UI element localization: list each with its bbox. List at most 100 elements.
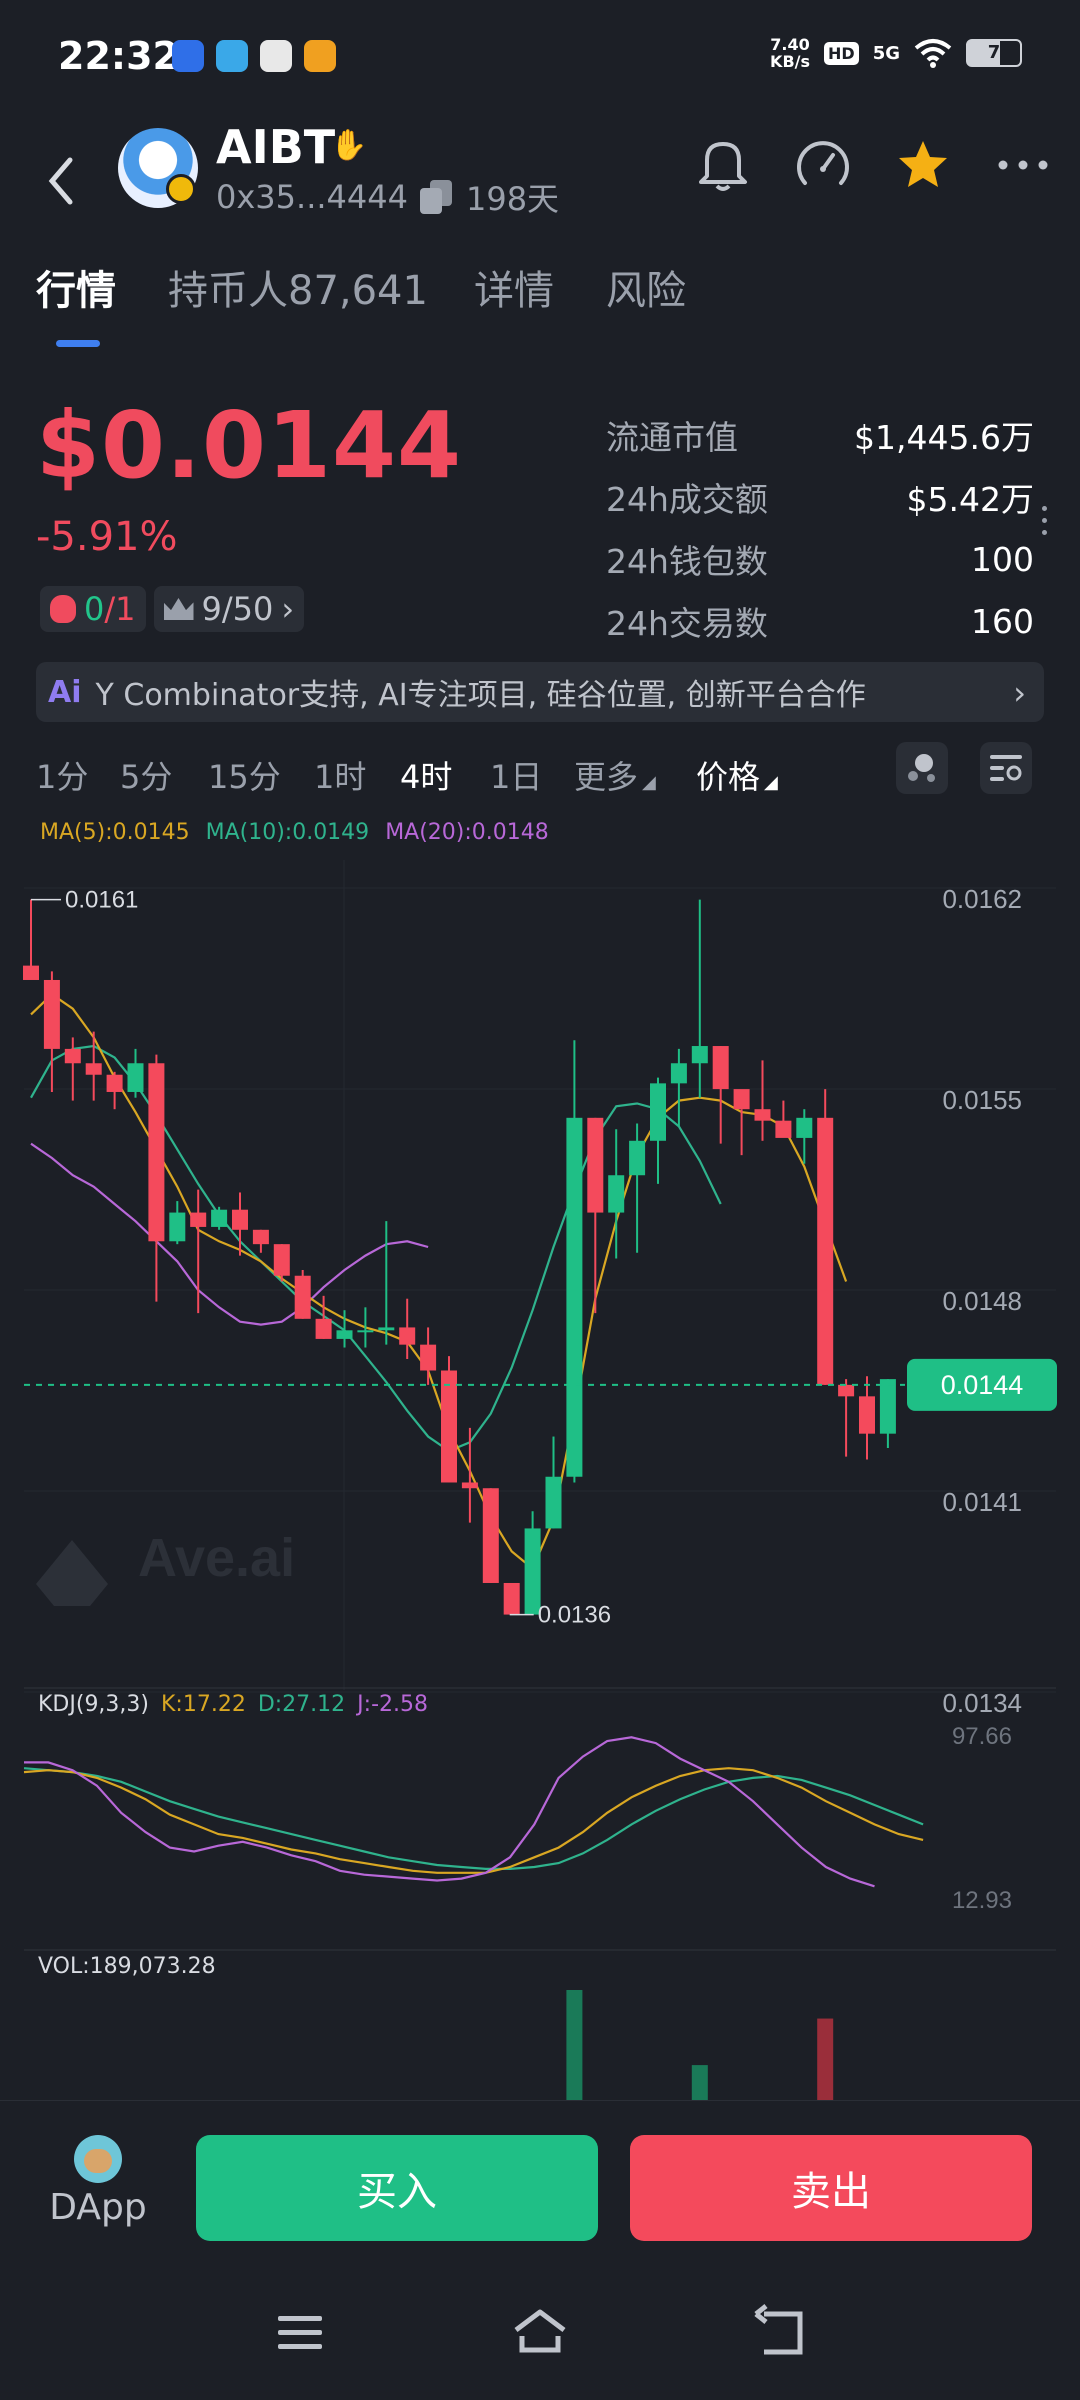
network-speed: 7.40 KB/s (770, 35, 811, 71)
kdj-legend: KDJ(9,3,3) K:17.22 D:27.12 J:-2.58 (38, 1692, 428, 1717)
menu-nav-button[interactable] (268, 2300, 332, 2364)
favorite-button[interactable] (892, 134, 954, 196)
gauge-icon (797, 141, 849, 185)
app-notification-icon (172, 40, 204, 72)
qq-notification-icon (260, 40, 292, 72)
candle-body (336, 1330, 353, 1339)
home-nav-button[interactable] (508, 2300, 572, 2364)
candle-body (545, 1476, 562, 1529)
tab-market[interactable]: 行情 (36, 258, 116, 316)
candle-body (608, 1175, 625, 1213)
interval-1m[interactable]: 1分 (36, 752, 88, 798)
candle-body (148, 1063, 165, 1242)
candle-body (169, 1212, 186, 1242)
y-tick-label: 0.0162 (942, 884, 1022, 914)
low-label: 0.0136 (538, 1602, 611, 1629)
token-stats: 流通市值 $1,445.6万 24h成交额 $5.42万 24h钱包数 100 24h… (606, 404, 1034, 652)
candle-body (712, 1046, 729, 1090)
candle-body (838, 1384, 855, 1397)
caret-icon: ◢ (764, 772, 778, 793)
more-icon (998, 160, 1048, 170)
system-nav-bar (0, 2260, 1080, 2400)
pancake-bunny-icon (74, 2135, 122, 2183)
volume-bar (691, 2065, 708, 2100)
candle-body (775, 1120, 792, 1138)
candle-body (64, 1048, 81, 1064)
kdj-j: J:-2.58 (357, 1692, 428, 1717)
signal-5g-icon: 5G (872, 42, 900, 64)
candle-body (127, 1063, 144, 1092)
price-change: -5.91% (36, 514, 178, 560)
interval-more[interactable]: 更多 ◢ (574, 752, 656, 798)
token-header: AIBT ✋ 0x35...4444 198天 (0, 118, 1080, 258)
buy-button[interactable]: 买入 (196, 2135, 598, 2241)
interval-15m[interactable]: 15分 (208, 752, 281, 798)
battery-icon: 7 (966, 39, 1022, 67)
crown-chip[interactable]: 9/50 › (153, 586, 305, 632)
candle-body (650, 1083, 666, 1141)
kdj-d: D:27.12 (257, 1692, 346, 1717)
ma20-line (30, 1142, 429, 1326)
alert-button[interactable] (692, 134, 754, 196)
candle-body (461, 1482, 478, 1489)
price-mode-dropdown[interactable]: 价格 ◢ (696, 752, 778, 798)
back-arrow-icon (754, 2304, 803, 2355)
menu-icon (278, 2316, 322, 2349)
candle-body (859, 1396, 875, 1434)
candle-body (399, 1327, 416, 1345)
volume-legend: VOL:189,073.28 (38, 1954, 216, 1979)
price-chart[interactable]: Ave.ai 0.0161 0.0136 0.0144 0.0162 0.0155 0.… (0, 840, 1080, 2100)
side-menu-handle[interactable] (1042, 506, 1050, 542)
copy-icon[interactable] (419, 180, 454, 214)
interval-4h[interactable]: 4时 (400, 752, 452, 798)
tab-holders[interactable]: 持币人87,641 (168, 258, 428, 316)
info-chips: 0/1 9/50 › (40, 586, 305, 632)
sell-button[interactable]: 卖出 (630, 2135, 1032, 2241)
candle-body (211, 1209, 228, 1227)
stat-row: 24h交易数 160 (606, 601, 1034, 644)
volume-bar (566, 1990, 583, 2100)
y-tick-label: 0.0141 (942, 1487, 1022, 1517)
money-bag-icon (50, 595, 76, 623)
interval-5m[interactable]: 5分 (120, 752, 172, 798)
y-tick-label: 0.0134 (942, 1688, 1022, 1718)
back-button[interactable] (38, 136, 88, 226)
interval-1d[interactable]: 1日 (490, 752, 542, 798)
chain-badge-icon (166, 174, 196, 204)
stat-row: 流通市值 $1,445.6万 (606, 418, 1034, 457)
ma10-line (30, 1044, 722, 1453)
interval-1h[interactable]: 1时 (314, 752, 366, 798)
tab-details[interactable]: 详情 (474, 258, 554, 316)
candle-body (670, 1063, 687, 1084)
tab-risk[interactable]: 风险 (606, 258, 686, 316)
trade-bar: DApp 买入 卖出 (0, 2100, 1080, 2260)
high-label: 0.0161 (65, 887, 138, 914)
kdj-params: KDJ(9,3,3) (38, 1692, 149, 1717)
candle-body (294, 1275, 311, 1319)
token-address: 0x35...4444 (216, 178, 408, 216)
hd-icon: HD (824, 41, 859, 65)
dapp-button[interactable]: DApp (48, 2135, 148, 2228)
indicator-toggle-button[interactable] (896, 742, 948, 794)
money-bag-chip[interactable]: 0/1 (40, 586, 146, 632)
crown-icon (163, 598, 194, 620)
ave-logo-icon (36, 1540, 108, 1606)
token-symbol: AIBT (216, 120, 336, 174)
candle-body (629, 1140, 646, 1176)
ai-summary-banner[interactable]: Ai Y Combinator支持, AI专注项目, 硅谷位置, 创新平台合作 … (36, 662, 1044, 722)
stat-row: 24h成交额 $5.42万 (606, 480, 1034, 519)
back-nav-button[interactable] (748, 2300, 812, 2364)
speed-button[interactable] (792, 134, 854, 196)
kdj-j-line (24, 1736, 875, 1888)
header-actions (692, 134, 1054, 196)
token-age: 198天 (465, 180, 560, 218)
candle-body (273, 1244, 290, 1276)
more-button[interactable] (992, 134, 1054, 196)
bell-icon (699, 142, 747, 191)
chart-settings-button[interactable] (980, 742, 1032, 794)
active-tab-indicator (56, 340, 100, 347)
back-icon (48, 157, 73, 205)
candle-body (482, 1488, 499, 1583)
kdj-k: K:17.22 (161, 1692, 246, 1717)
current-price-label: 0.0144 (941, 1370, 1024, 1400)
